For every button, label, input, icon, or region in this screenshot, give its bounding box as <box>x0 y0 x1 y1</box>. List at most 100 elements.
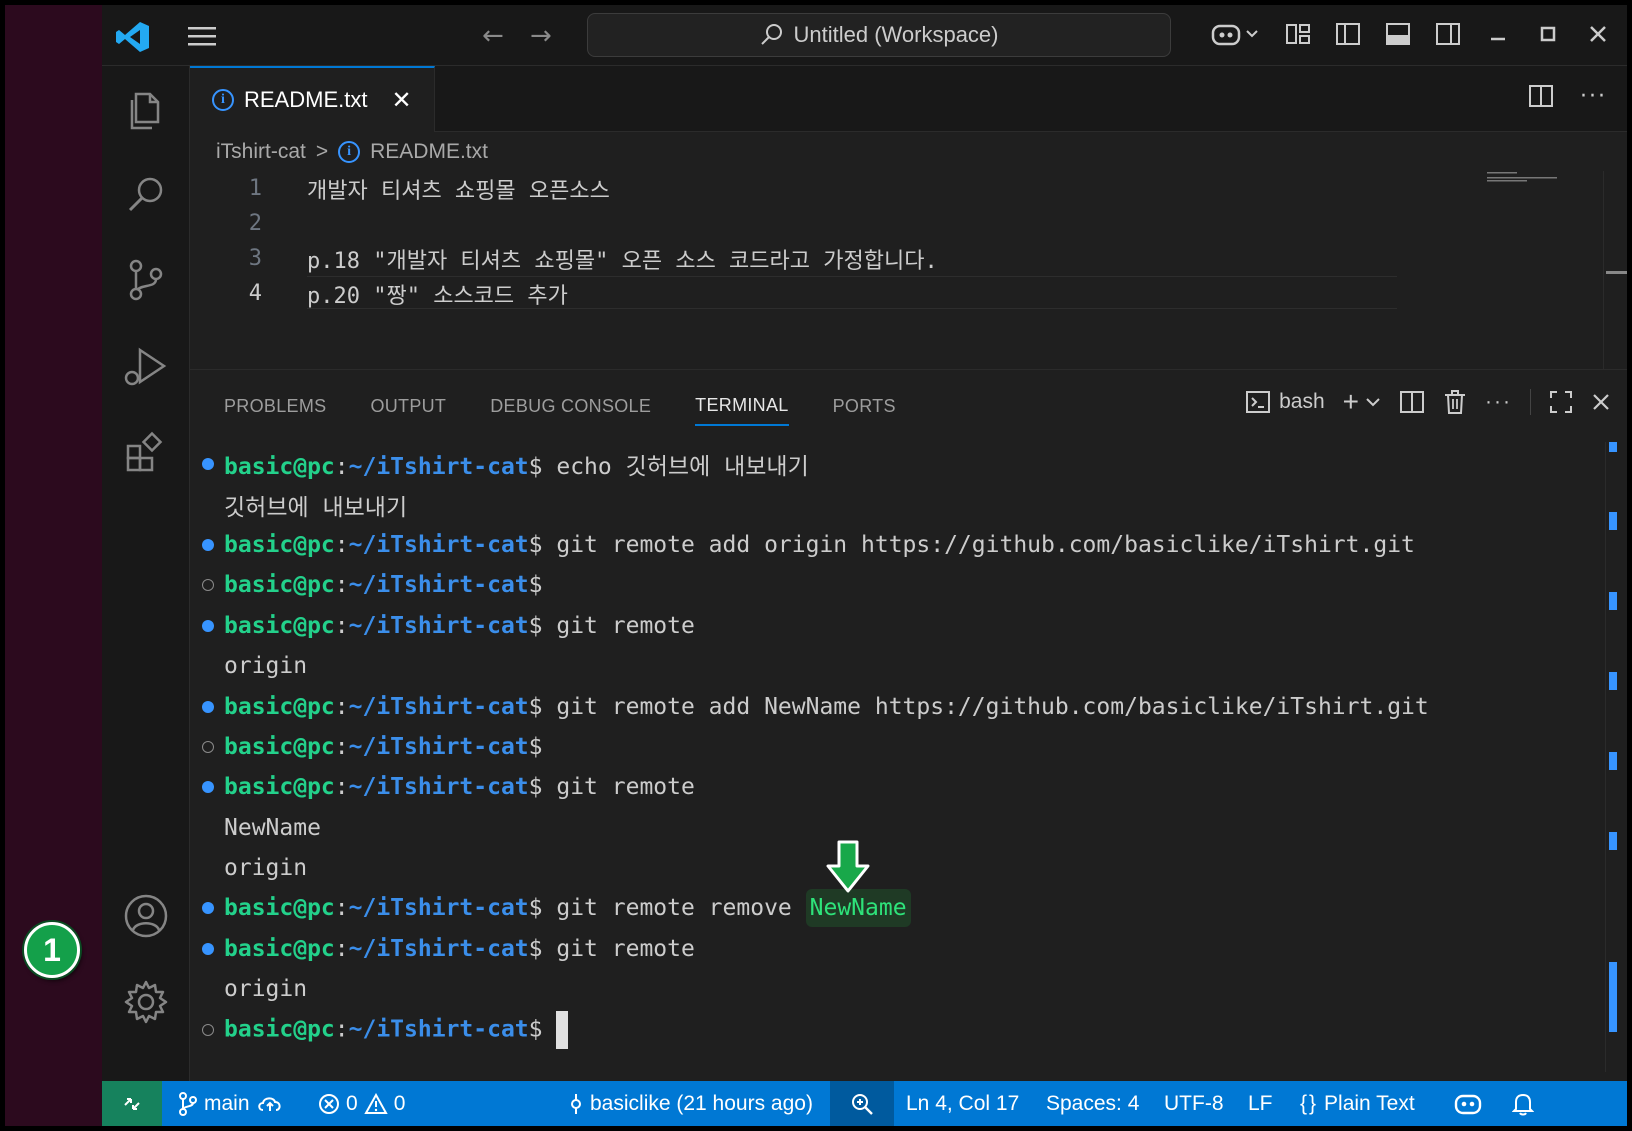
line-text: p.18 "개발자 티셔츠 쇼핑몰" 오픈 소스 코드라고 가정합니다. <box>307 248 938 274</box>
prompt-path: ~/iTshirt-cat <box>348 572 529 599</box>
editor-group: i README.txt ✕ ··· iTshirt-cat > i READM… <box>190 66 1627 391</box>
language-label: Plain Text <box>1324 1091 1415 1115</box>
command-decoration-success-icon[interactable] <box>202 538 214 551</box>
tab-ports[interactable]: PORTS <box>833 386 896 426</box>
minimize-icon[interactable] <box>1483 19 1513 49</box>
command-decoration-empty-icon[interactable] <box>202 579 214 592</box>
terminal-icon <box>1246 391 1271 413</box>
split-terminal-icon[interactable] <box>1399 390 1425 414</box>
source-control-icon[interactable] <box>122 256 170 304</box>
split-editor-icon[interactable] <box>1528 84 1554 108</box>
maximize-icon[interactable] <box>1533 19 1563 49</box>
terminal-command-line: basic@pc:~/iTshirt-cat$ <box>190 727 1590 767</box>
editor-scrollbar[interactable] <box>1603 171 1627 391</box>
command-decoration-success-icon[interactable] <box>202 942 214 955</box>
vscode-window: ← → Untitled (Workspace) i README.txt ✕ … <box>102 5 1627 1126</box>
run-debug-icon[interactable] <box>122 342 170 390</box>
copilot-icon[interactable] <box>1207 19 1263 49</box>
eol-indicator[interactable]: LF <box>1248 1081 1273 1126</box>
line-number: 2 <box>248 211 262 236</box>
terminal-shell-selector[interactable]: bash <box>1245 389 1325 415</box>
more-actions-icon[interactable]: ··· <box>1580 84 1607 109</box>
terminal-command-line: basic@pc:~/iTshirt-cat$ git remote <box>190 606 1590 646</box>
trash-icon[interactable] <box>1443 389 1467 415</box>
language-mode[interactable]: {} Plain Text <box>1300 1081 1415 1126</box>
panel-tabs: PROBLEMS OUTPUT DEBUG CONSOLE TERMINAL P… <box>224 386 940 426</box>
hamburger-menu-icon[interactable] <box>186 23 218 49</box>
prompt-user: basic@pc <box>224 531 335 558</box>
command-decoration-success-icon[interactable] <box>202 781 214 794</box>
search-icon <box>760 24 782 45</box>
terminal-line-text: basic@pc:~/iTshirt-cat$ git remote add N… <box>224 694 1429 720</box>
terminal-scroll-markers <box>1609 442 1617 1072</box>
close-tab-icon[interactable]: ✕ <box>391 86 411 115</box>
indentation-indicator[interactable]: Spaces: 4 <box>1046 1081 1139 1126</box>
command-decoration-empty-icon[interactable] <box>202 740 214 753</box>
breadcrumb-folder[interactable]: iTshirt-cat <box>216 140 306 164</box>
notifications[interactable] <box>1512 1081 1534 1126</box>
close-panel-icon[interactable] <box>1591 392 1611 412</box>
tab-problems[interactable]: PROBLEMS <box>224 386 326 426</box>
activity-bar <box>102 66 190 1081</box>
command-decoration-success-icon[interactable] <box>202 902 214 915</box>
arrow-left-icon[interactable]: ← <box>482 21 504 51</box>
remote-indicator[interactable] <box>102 1081 162 1126</box>
search-activity-icon[interactable] <box>122 170 170 218</box>
extensions-icon[interactable] <box>122 428 170 476</box>
close-window-icon[interactable] <box>1583 19 1613 49</box>
terminal-command-line: basic@pc:~/iTshirt-cat$ git remote <box>190 929 1590 969</box>
copilot-status[interactable] <box>1454 1081 1482 1126</box>
branch-indicator[interactable]: main <box>178 1081 284 1126</box>
breadcrumb-separator: > <box>315 140 329 163</box>
tab-terminal[interactable]: TERMINAL <box>695 386 789 426</box>
problems-indicator[interactable]: 0 0 <box>318 1081 405 1126</box>
command-center-label: Untitled (Workspace) <box>793 22 999 47</box>
prompt-colon: : <box>334 693 349 720</box>
terminal-line-text: origin <box>224 976 308 1003</box>
prompt-dollar: $ <box>528 693 543 720</box>
explorer-icon[interactable] <box>122 84 170 132</box>
code-line: 1 개발자 티셔츠 쇼핑몰 오픈소스 <box>190 171 1627 206</box>
chevron-down-icon[interactable] <box>1365 394 1381 410</box>
terminal-output[interactable]: basic@pc:~/iTshirt-cat$ echo 깃허브에 내보내기 깃허… <box>190 444 1590 1050</box>
code-editor[interactable]: 1 개발자 티셔츠 쇼핑몰 오픈소스 2 3 p.18 "개발자 티셔츠 쇼핑몰… <box>190 171 1627 311</box>
highlighted-remote-name: NewName <box>805 889 911 928</box>
manage-gear-icon[interactable] <box>122 978 170 1026</box>
command-center-search[interactable]: Untitled (Workspace) <box>587 13 1171 57</box>
prompt-user: basic@pc <box>224 733 335 760</box>
terminal-line-text: basic@pc:~/iTshirt-cat$ git remote add o… <box>224 532 1415 558</box>
remote-icon <box>124 1097 140 1110</box>
zoom-indicator[interactable] <box>830 1081 894 1126</box>
terminal-command-line: basic@pc:~/iTshirt-cat$ git remote add o… <box>190 525 1590 565</box>
tab-output[interactable]: OUTPUT <box>370 386 446 426</box>
encoding-indicator[interactable]: UTF-8 <box>1164 1081 1224 1126</box>
command-text: git remote add origin https://github.com… <box>542 531 1415 558</box>
command-text: git remote <box>542 612 695 639</box>
prompt-colon: : <box>334 612 349 639</box>
toggle-panel-icon[interactable] <box>1383 19 1413 49</box>
tab-readme[interactable]: i README.txt ✕ <box>190 66 435 132</box>
more-actions-icon[interactable]: ··· <box>1485 390 1512 414</box>
zoom-in-icon <box>852 1093 873 1115</box>
cursor-position[interactable]: Ln 4, Col 17 <box>906 1081 1019 1126</box>
command-decoration-success-icon[interactable] <box>202 700 214 713</box>
command-decoration-success-icon[interactable] <box>202 619 214 632</box>
prompt-user: basic@pc <box>224 935 335 962</box>
prompt-path: ~/iTshirt-cat <box>348 1016 529 1043</box>
minimap[interactable] <box>1487 171 1577 185</box>
command-decoration-empty-icon[interactable] <box>202 1023 214 1036</box>
toggle-primary-sidebar-icon[interactable] <box>1333 19 1363 49</box>
git-blame-indicator[interactable]: basiclike (21 hours ago) <box>568 1081 813 1126</box>
prompt-user: basic@pc <box>224 895 335 922</box>
accounts-icon[interactable] <box>122 892 170 940</box>
toggle-secondary-sidebar-icon[interactable] <box>1433 19 1463 49</box>
breadcrumb-file[interactable]: README.txt <box>370 140 488 164</box>
command-text <box>543 1016 557 1042</box>
customize-layout-icon[interactable] <box>1283 19 1313 49</box>
command-decoration-success-icon[interactable] <box>202 458 214 471</box>
annotation-marker: 1 <box>24 922 80 978</box>
new-terminal-icon[interactable]: + <box>1343 386 1359 418</box>
tab-debug-console[interactable]: DEBUG CONSOLE <box>490 386 651 426</box>
arrow-right-icon[interactable]: → <box>530 21 552 51</box>
maximize-panel-icon[interactable] <box>1549 390 1573 414</box>
